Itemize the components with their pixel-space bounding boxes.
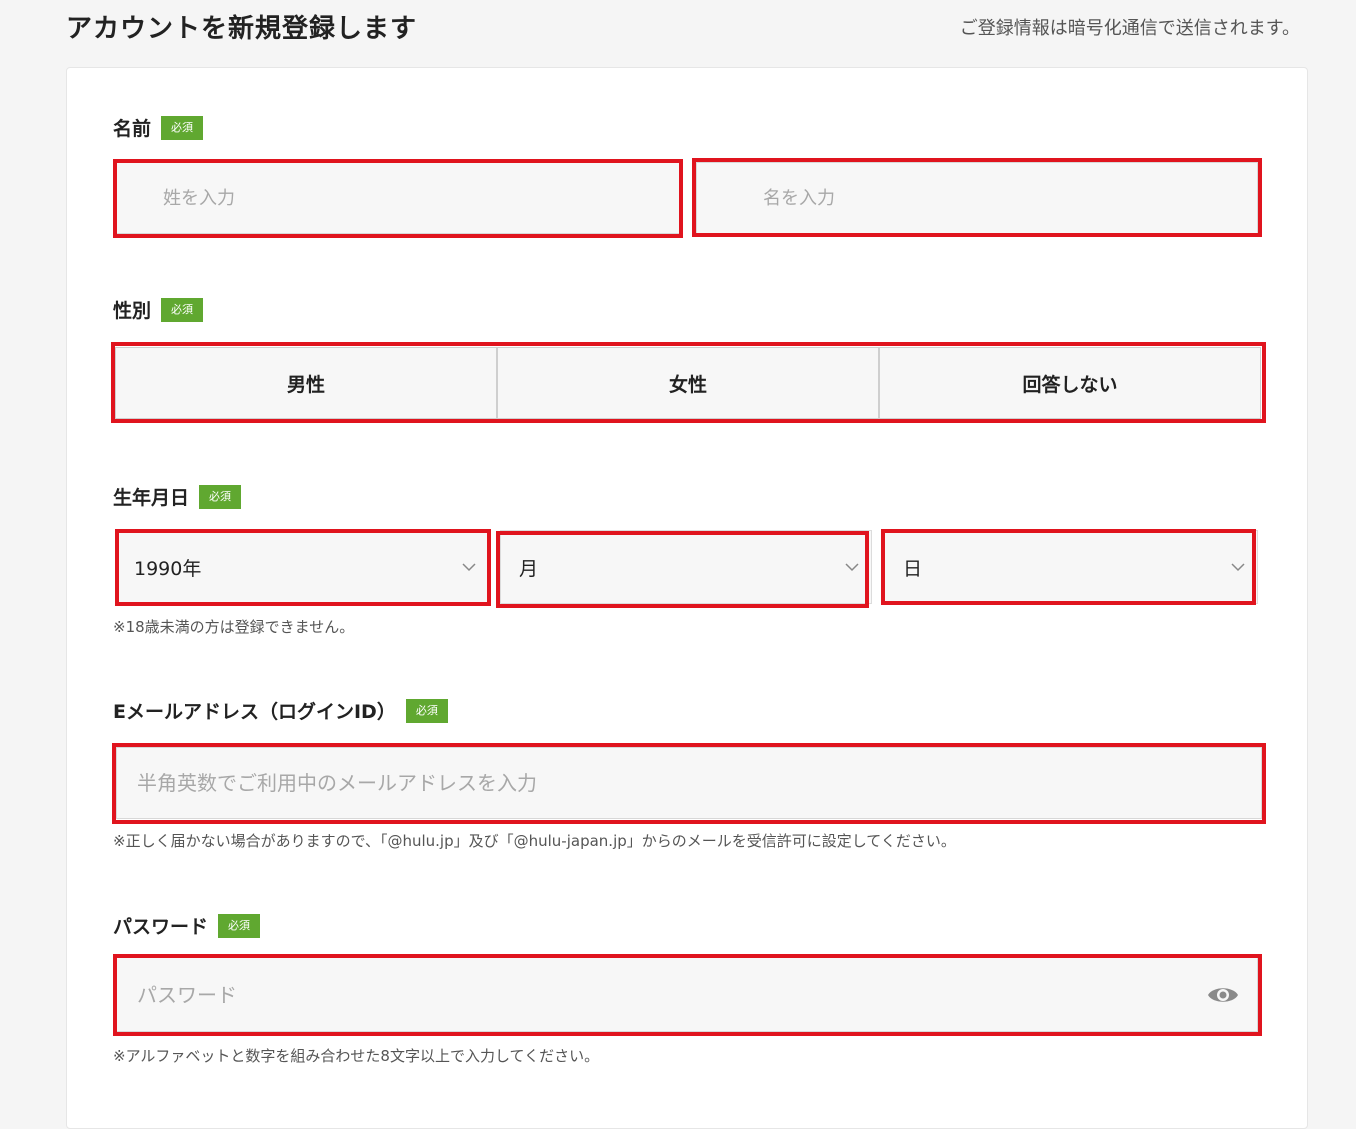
birth-month-highlight: [496, 531, 869, 608]
gender-label-text: 性別: [113, 300, 152, 322]
required-badge: 必須: [161, 115, 204, 140]
required-badge: 必須: [218, 913, 261, 938]
password-note: ※アルファベットと数字を組み合わせた8文字以上で入力してください。: [113, 1047, 600, 1065]
birthday-note: ※18歳未満の方は登録できません。: [113, 618, 355, 636]
name-label-text: 名前: [113, 118, 152, 140]
page-title: アカウントを新規登録します: [66, 14, 418, 44]
birth-day-highlight: [881, 529, 1256, 605]
email-highlight: [112, 743, 1266, 824]
security-note: ご登録情報は暗号化通信で送信されます。: [959, 18, 1300, 39]
required-badge: 必須: [161, 297, 204, 322]
email-note: ※正しく届かない場合がありますので、「@hulu.jp」及び「@hulu-jap…: [113, 832, 956, 850]
gender-label: 性別 必須: [113, 296, 204, 323]
password-highlight: [113, 954, 1262, 1036]
email-label: Eメールアドレス（ログインID） 必須: [113, 697, 448, 724]
required-badge: 必須: [405, 698, 448, 723]
birth-year-highlight: [115, 529, 491, 606]
gender-highlight: [111, 342, 1266, 423]
birthday-label-text: 生年月日: [113, 487, 190, 509]
name-label: 名前 必須: [113, 114, 204, 141]
required-badge: 必須: [199, 484, 242, 509]
first-name-highlight: [692, 158, 1262, 237]
password-label: パスワード 必須: [113, 912, 261, 939]
email-label-text: Eメールアドレス（ログインID）: [113, 701, 396, 723]
last-name-highlight: [113, 159, 683, 238]
birthday-label: 生年月日 必須: [113, 483, 242, 510]
password-label-text: パスワード: [113, 916, 209, 938]
